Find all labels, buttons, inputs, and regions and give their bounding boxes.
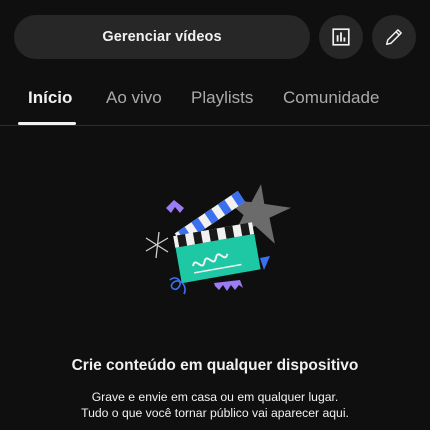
tab-comunidade[interactable]: Comunidade — [283, 88, 379, 108]
bar-chart-icon — [332, 28, 350, 46]
empty-state-line-2: Tudo o que você tornar público vai apare… — [81, 406, 349, 420]
pencil-icon — [385, 29, 402, 46]
tab-inicio[interactable]: Início — [28, 88, 72, 108]
tab-playlists[interactable]: Playlists — [191, 88, 253, 108]
edit-button[interactable] — [372, 15, 416, 59]
sparkle-shape — [145, 231, 169, 259]
manage-videos-button[interactable]: Gerenciar vídeos — [14, 15, 310, 59]
tab-ao-vivo[interactable]: Ao vivo — [106, 88, 162, 108]
analytics-button[interactable] — [319, 15, 363, 59]
empty-state-title: Crie conteúdo em qualquer dispositivo — [71, 357, 359, 374]
empty-state-description: Grave e envie em casa ou em qualquer lug… — [0, 389, 430, 421]
active-tab-indicator — [18, 122, 76, 125]
channel-tabs: Início Ao vivo Playlists Comunidade — [0, 76, 430, 126]
purple-chevron-shape — [166, 200, 184, 213]
empty-state-line-1: Grave e envie em casa ou em qualquer lug… — [91, 390, 339, 404]
channel-actions-row: Gerenciar vídeos — [14, 15, 418, 59]
clapperboard-illustration — [145, 184, 292, 295]
purple-blob-shape — [214, 280, 243, 291]
blue-triangle-shape — [260, 256, 270, 270]
